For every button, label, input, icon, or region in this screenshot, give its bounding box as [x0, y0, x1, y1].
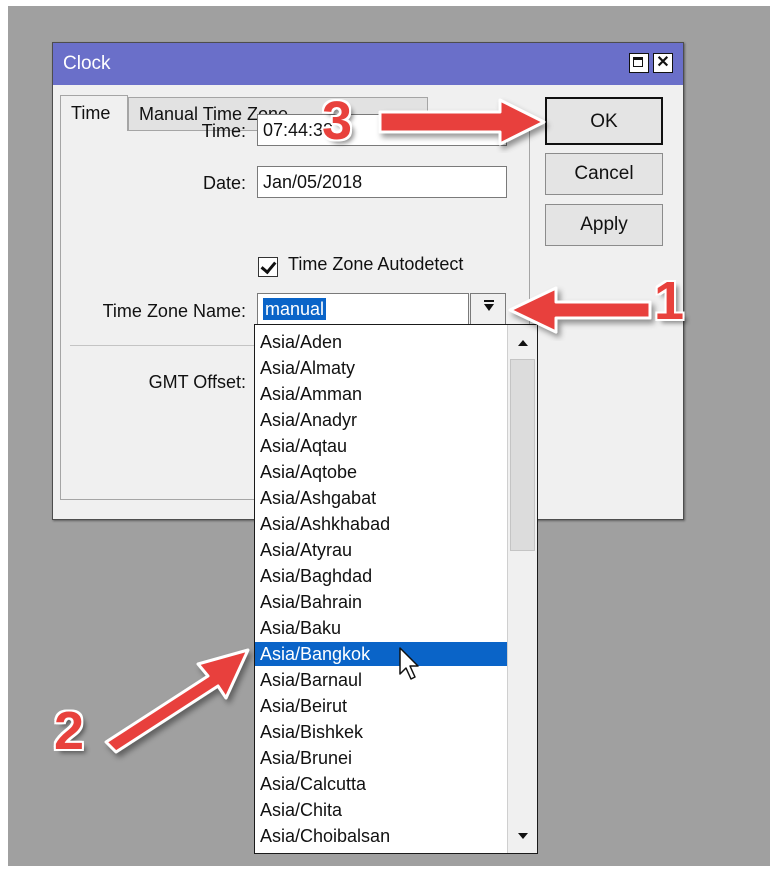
time-zone-name-label: Time Zone Name: [102, 301, 246, 321]
time-zone-item[interactable]: Asia/Anadyr [255, 408, 507, 432]
time-zone-item[interactable]: Asia/Beirut [255, 694, 507, 718]
autodetect-label: Time Zone Autodetect [288, 254, 464, 274]
ok-button[interactable]: OK [545, 97, 663, 145]
time-field[interactable]: 07:44:38 [257, 114, 507, 146]
gmt-offset-label: GMT Offset: [148, 372, 246, 392]
time-zone-name-value: manual [263, 298, 327, 320]
time-zone-item[interactable]: Asia/Atyrau [255, 538, 507, 562]
time-zone-dropdown-list[interactable]: Asia/Aden Asia/Almaty Asia/Amman Asia/Anady… [254, 324, 538, 854]
step-1-label: 1 [654, 271, 685, 331]
time-zone-item[interactable]: Asia/Aden [255, 330, 507, 354]
time-zone-item[interactable]: Asia/Brunei [255, 746, 507, 770]
time-zone-item[interactable]: Asia/Chita [255, 798, 507, 822]
scrollbar[interactable] [507, 325, 537, 853]
time-zone-item[interactable]: Asia/Barnaul [255, 668, 507, 692]
scroll-up-icon[interactable] [508, 333, 537, 355]
autodetect-checkbox[interactable] [258, 257, 278, 277]
scrollbar-thumb[interactable] [510, 359, 535, 551]
time-zone-item[interactable]: Asia/Bishkek [255, 720, 507, 744]
time-zone-item[interactable]: Asia/Ashkhabad [255, 512, 507, 536]
time-zone-item[interactable]: Asia/Aqtobe [255, 460, 507, 484]
date-label: Date: [202, 173, 246, 193]
time-zone-item[interactable]: Asia/Amman [255, 382, 507, 406]
time-zone-name-field[interactable]: manual [257, 293, 469, 325]
apply-button[interactable]: Apply [545, 204, 663, 246]
date-field[interactable]: Jan/05/2018 [257, 166, 507, 198]
maximize-icon[interactable] [629, 53, 649, 73]
step-3-label: 3 [322, 91, 353, 151]
time-zone-item[interactable]: Asia/Baghdad [255, 564, 507, 588]
cancel-button[interactable]: Cancel [545, 153, 663, 195]
chevron-down-icon [484, 300, 494, 311]
time-zone-item[interactable]: Asia/Baku [255, 616, 507, 640]
close-icon[interactable]: ✕ [653, 53, 673, 73]
time-zone-item[interactable]: Asia/Calcutta [255, 772, 507, 796]
time-zone-item[interactable]: Asia/Aqtau [255, 434, 507, 458]
time-zone-item-selected[interactable]: Asia/Bangkok [255, 642, 507, 666]
time-zone-item[interactable]: Asia/Choibalsan [255, 824, 507, 848]
step-2-label: 2 [54, 701, 85, 761]
time-zone-item[interactable]: Asia/Bahrain [255, 590, 507, 614]
time-label: Time: [201, 121, 246, 141]
separator [70, 345, 255, 346]
tab-time[interactable]: Time [60, 95, 128, 131]
title-bar[interactable]: Clock ✕ [53, 43, 683, 85]
time-zone-dropdown-button[interactable] [470, 293, 506, 325]
time-zone-item[interactable]: Asia/Almaty [255, 356, 507, 380]
scroll-down-icon[interactable] [508, 825, 537, 847]
time-zone-item[interactable]: Asia/Ashgabat [255, 486, 507, 510]
window-title: Clock [63, 53, 111, 74]
